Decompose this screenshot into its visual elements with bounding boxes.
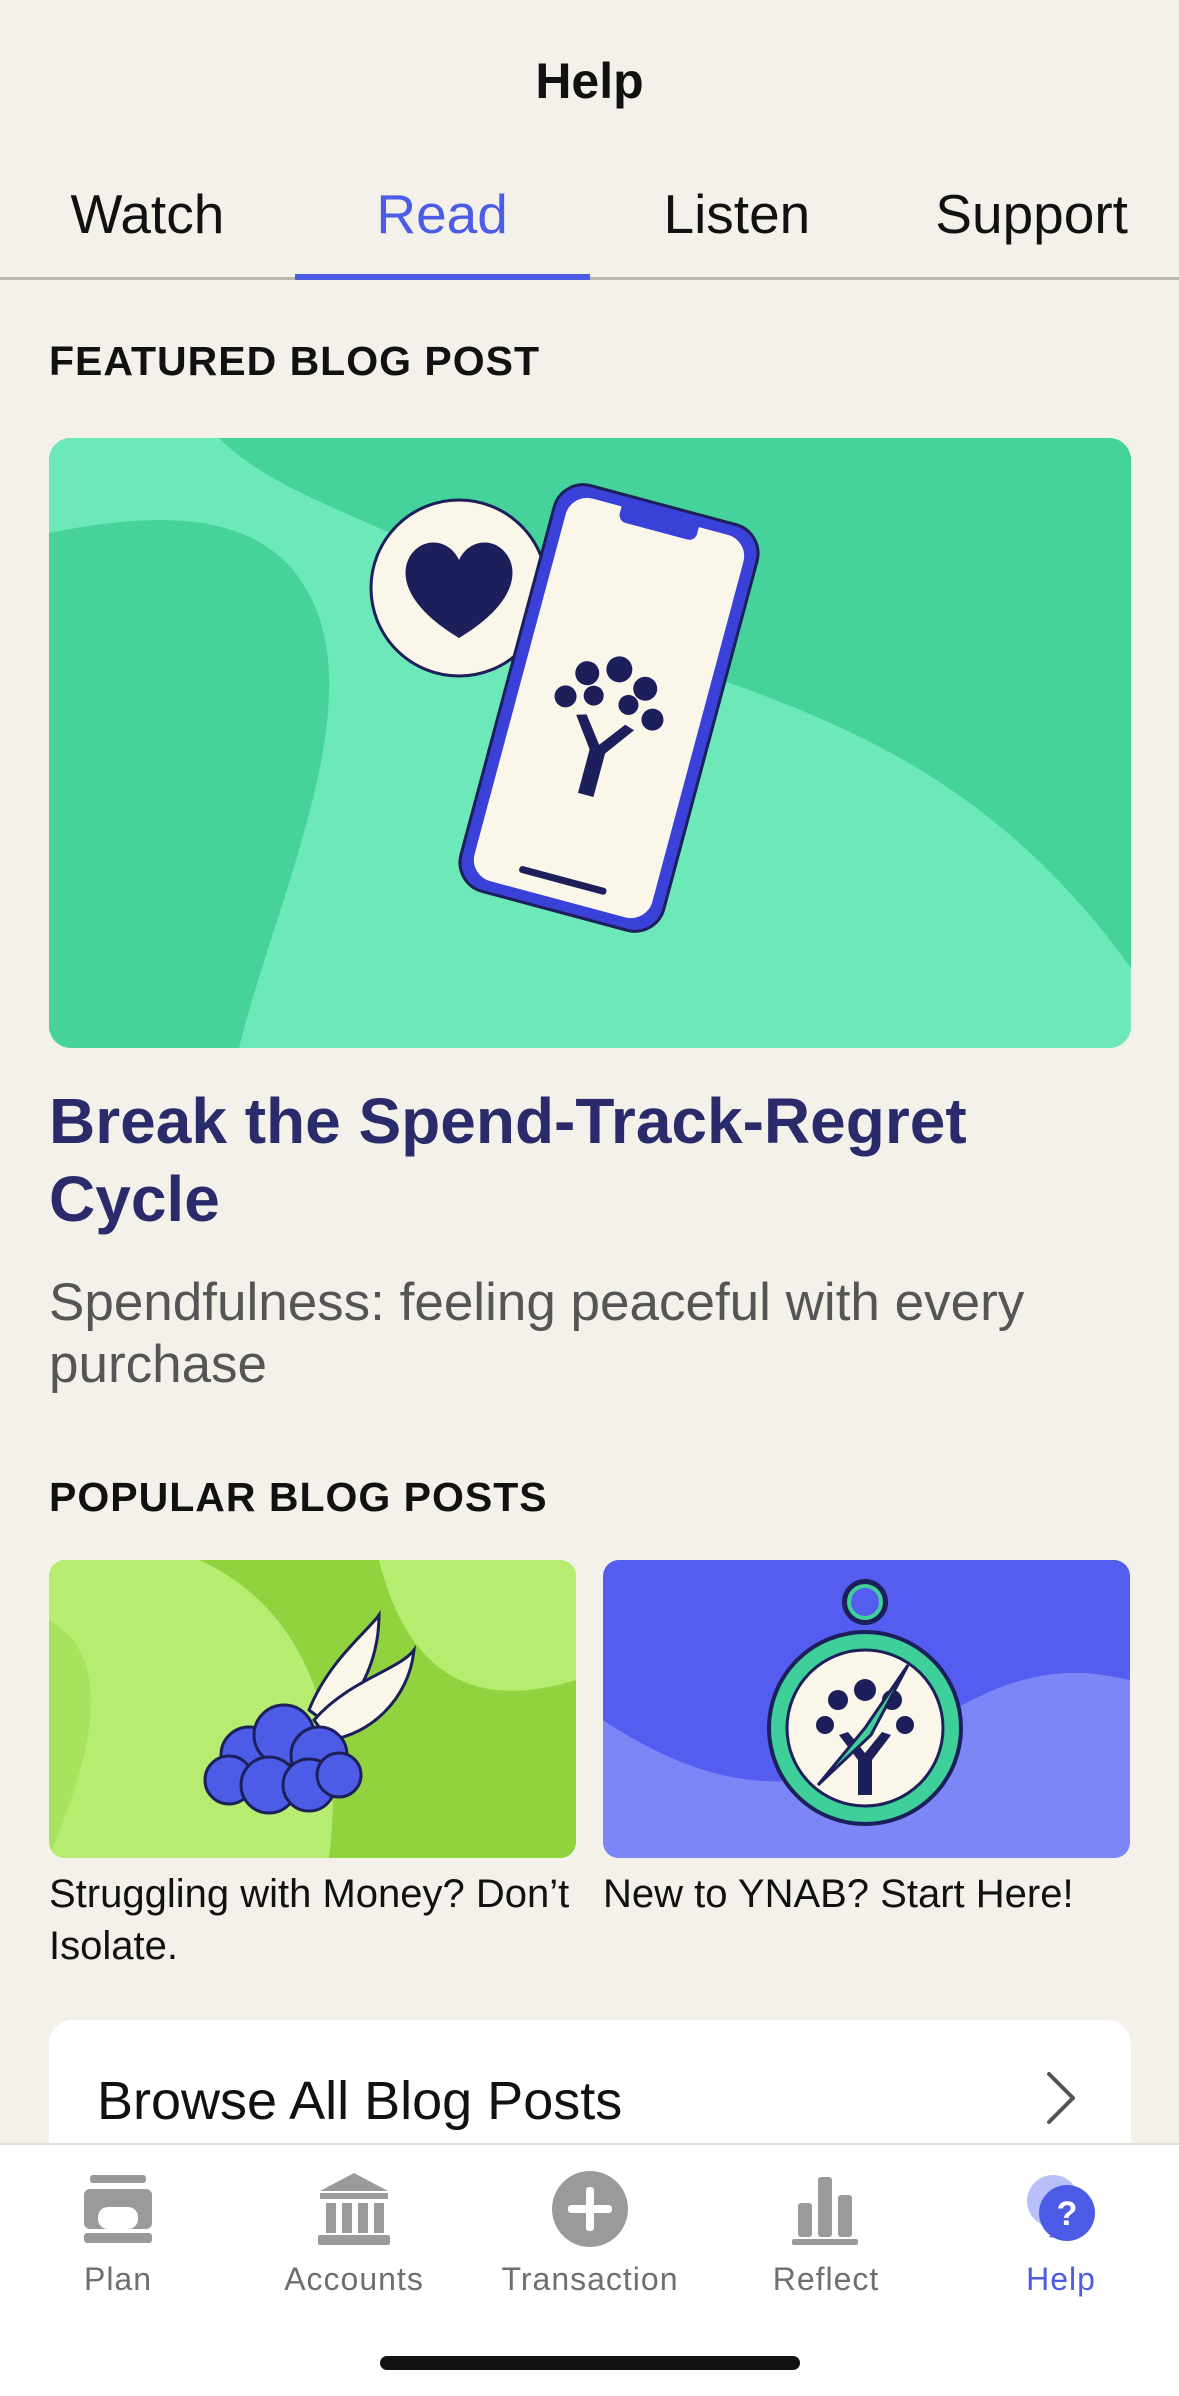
bank-icon — [318, 2173, 390, 2245]
svg-text:?: ? — [1057, 2195, 1078, 2233]
popular-post-image — [603, 1560, 1130, 1858]
compass-illustration — [603, 1560, 1130, 1858]
nav-label-accounts: Accounts — [284, 2261, 424, 2297]
browse-all-label: Browse All Blog Posts — [97, 2071, 623, 2131]
tab-bar: Watch Read Listen Support — [0, 170, 1179, 280]
page-title: Help — [535, 53, 644, 109]
phone-heart-illustration — [49, 438, 1131, 1048]
nav-plan[interactable]: Plan — [0, 2167, 236, 2298]
popular-post-title: New to YNAB? Start Here! — [603, 1872, 1074, 1916]
featured-post-title[interactable]: Break the Spend-Track-Regret Cycle — [49, 1082, 1109, 1238]
featured-post-subtitle: Spendfulness: feeling peaceful with ever… — [49, 1273, 1025, 1394]
plan-icon — [84, 2175, 152, 2243]
popular-post-title: Struggling with Money? Don’t Isolate. — [49, 1872, 570, 1968]
nav-help[interactable]: ? Help — [943, 2167, 1179, 2298]
nav-accounts[interactable]: Accounts — [236, 2167, 472, 2298]
popular-post-card[interactable]: Struggling with Money? Don’t Isolate. — [49, 1560, 576, 1972]
tab-listen[interactable]: Listen — [590, 170, 885, 277]
home-indicator — [380, 2356, 800, 2370]
nav-reflect[interactable]: Reflect — [708, 2167, 944, 2298]
plus-circle-icon — [552, 2171, 628, 2247]
nav-label-help: Help — [1026, 2261, 1096, 2297]
featured-post-image[interactable] — [49, 438, 1131, 1048]
header: Help Watch Read Listen Support — [0, 0, 1179, 280]
winged-cloud-illustration — [49, 1560, 576, 1858]
featured-section-label: FEATURED BLOG POST — [49, 338, 541, 384]
nav-label-reflect: Reflect — [772, 2261, 880, 2297]
popular-post-image — [49, 1560, 576, 1858]
tab-watch[interactable]: Watch — [0, 170, 295, 277]
nav-label-plan: Plan — [83, 2261, 153, 2297]
tab-support[interactable]: Support — [884, 170, 1179, 277]
chevron-right-icon — [1047, 2072, 1075, 2124]
popular-post-card[interactable]: New to YNAB? Start Here! — [603, 1560, 1130, 1920]
tab-read[interactable]: Read — [294, 170, 590, 280]
nav-label-transaction: Transaction — [501, 2261, 679, 2297]
nav-transaction[interactable]: Transaction — [472, 2167, 708, 2298]
bar-chart-icon — [792, 2177, 858, 2245]
popular-section-label: POPULAR BLOG POSTS — [49, 1474, 548, 1520]
help-bubble-icon: ? — [1027, 2175, 1095, 2241]
